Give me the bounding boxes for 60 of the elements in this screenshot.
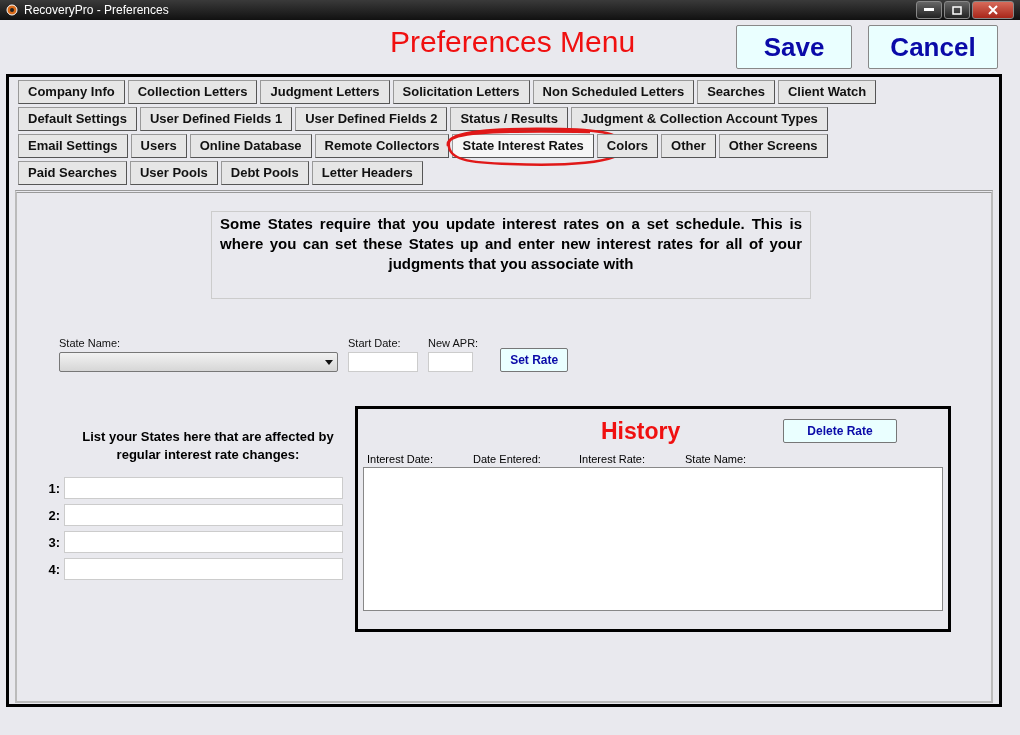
state-field[interactable] [64, 504, 343, 526]
close-button[interactable] [972, 1, 1014, 19]
minimize-icon [924, 8, 934, 12]
maximize-button[interactable] [944, 1, 970, 19]
tab[interactable]: Client Watch [778, 79, 877, 104]
cancel-button[interactable]: Cancel [868, 25, 998, 69]
tab[interactable]: Searches [697, 79, 775, 104]
save-button[interactable]: Save [736, 25, 852, 69]
tab[interactable]: Company Info [18, 79, 125, 104]
tab[interactable]: Colors [596, 133, 659, 158]
column-header: Interest Date: [367, 453, 435, 465]
set-rate-button[interactable]: Set Rate [500, 348, 569, 372]
close-icon [988, 5, 998, 15]
field-label: New APR: [428, 337, 479, 349]
tab[interactable]: Non Scheduled Letters [532, 79, 695, 104]
tab[interactable]: Collection Letters [127, 79, 258, 104]
apr-field[interactable] [428, 352, 473, 372]
window-title: RecoveryPro - Preferences [24, 3, 170, 17]
tab[interactable]: Judgment & Collection Account Types [570, 106, 828, 131]
tab[interactable]: Remote Collectors [314, 133, 450, 158]
tab[interactable]: User Defined Fields 2 [295, 106, 448, 131]
tab[interactable]: Other Screens [718, 133, 828, 158]
field-label: State Name: [59, 337, 122, 349]
tab[interactable]: Online Database [189, 133, 312, 158]
state-dropdown[interactable] [59, 352, 338, 372]
page-title: Preferences Menu [390, 25, 637, 59]
column-header: Interest Rate: [579, 453, 647, 465]
tab[interactable]: State Interest Rates [452, 133, 594, 158]
tab[interactable]: Email Settings [18, 133, 128, 158]
list-heading: List your States here that are affected by regular interest rate changes: [81, 428, 335, 464]
minimize-button[interactable] [916, 1, 942, 19]
tab[interactable]: User Defined Fields 1 [139, 106, 293, 131]
description-text: Some States require that you update interest rates on a set schedule. This is where you can set these States up and enter new interest rates for all of your judgments that you associate with [211, 211, 811, 299]
column-header: State Name: [685, 453, 748, 465]
tab[interactable]: Default Settings [18, 106, 137, 131]
row-number: 1: [48, 480, 60, 496]
history-title: History [601, 417, 682, 445]
dropdown-arrow-icon [325, 359, 333, 365]
field-label: Start Date: [348, 337, 402, 349]
column-header: Date Entered: [473, 453, 542, 465]
tab[interactable]: Judgment Letters [260, 79, 390, 104]
tab[interactable]: Letter Headers [311, 160, 423, 185]
state-field[interactable] [64, 558, 343, 580]
history-list[interactable] [363, 467, 943, 611]
tab[interactable]: Other [661, 133, 716, 158]
delete-rate-button[interactable]: Delete Rate [783, 419, 897, 443]
tab[interactable]: Debt Pools [220, 160, 309, 185]
row-number: 4: [48, 561, 60, 577]
tab[interactable]: Status / Results [450, 106, 568, 131]
row-number: 2: [48, 507, 60, 523]
app-icon [6, 4, 18, 16]
tab[interactable]: Users [130, 133, 187, 158]
tab[interactable]: User Pools [129, 160, 218, 185]
start-date-field[interactable] [348, 352, 418, 372]
state-field[interactable] [64, 477, 343, 499]
tab[interactable]: Solicitation Letters [392, 79, 530, 104]
row-number: 3: [48, 534, 60, 550]
maximize-icon [952, 5, 962, 15]
tab[interactable]: Paid Searches [18, 160, 127, 185]
state-field[interactable] [64, 531, 343, 553]
